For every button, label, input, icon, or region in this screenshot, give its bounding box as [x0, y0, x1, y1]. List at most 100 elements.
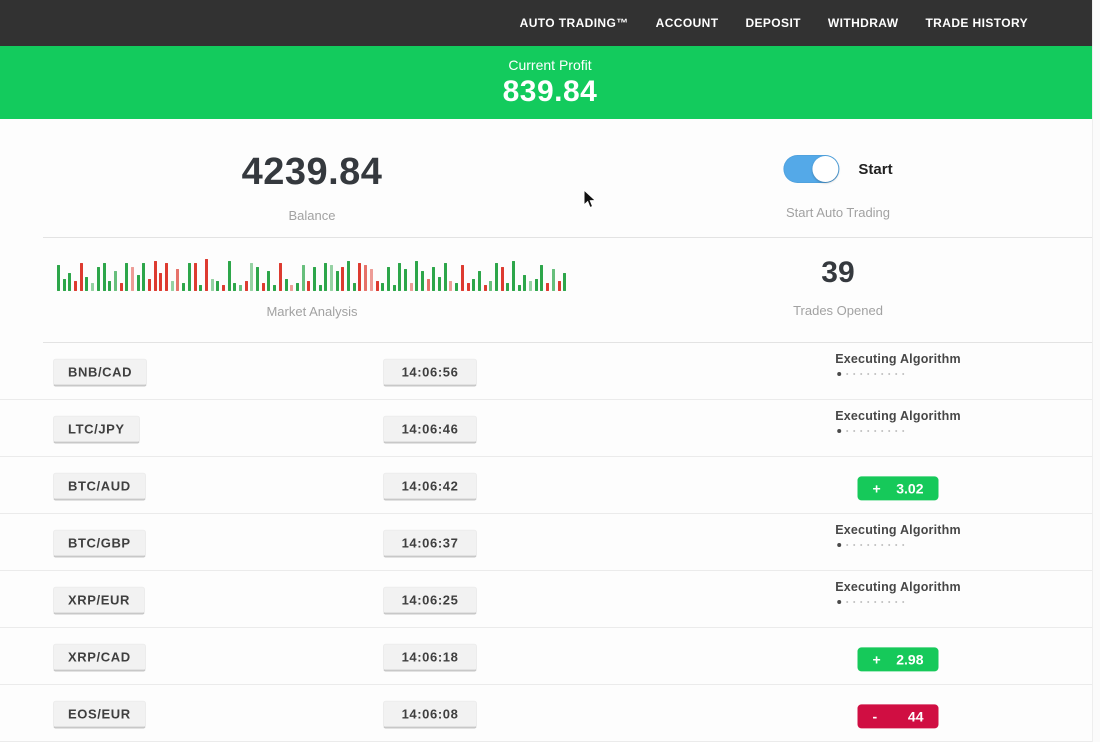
- result-value: 2.98: [896, 651, 923, 667]
- progress-dot: [874, 601, 877, 604]
- up-bar: [228, 261, 231, 291]
- up-bar: [267, 271, 270, 291]
- progress-dot: [846, 430, 849, 433]
- trade-row: BTC/GBP 14:06:37 Executing Algorithm: [0, 514, 1100, 571]
- pair-chip[interactable]: LTC/JPY: [53, 416, 140, 444]
- trade-time: 14:06:46: [383, 416, 477, 444]
- pair-chip[interactable]: BTC/AUD: [53, 473, 146, 501]
- down-bar: [148, 279, 151, 291]
- up-bar: [319, 285, 322, 291]
- progress-dot: [860, 601, 863, 604]
- progress-dot: [895, 430, 898, 433]
- result-sign: +: [873, 651, 881, 667]
- trade-time: 14:06:25: [383, 587, 477, 615]
- up-bar: [381, 283, 384, 291]
- start-toggle[interactable]: [783, 155, 839, 183]
- market-analysis-section: Market Analysis 39 Trades Opened: [0, 238, 1100, 342]
- nav-item-1[interactable]: ACCOUNT: [656, 16, 719, 30]
- up-bar: [199, 285, 202, 291]
- progress-dot: [846, 373, 849, 376]
- scrollbar-track[interactable]: [1092, 0, 1100, 742]
- progress-dot: [853, 373, 856, 376]
- trade-row: XRP/CAD 14:06:18 +2.98: [0, 628, 1100, 685]
- progress-dot: [902, 544, 905, 547]
- pair-chip[interactable]: EOS/EUR: [53, 701, 146, 729]
- up-bar: [563, 273, 566, 291]
- up-bar: [137, 275, 140, 291]
- executing-label: Executing Algorithm: [835, 580, 961, 594]
- up-bar: [336, 271, 339, 291]
- trade-time: 14:06:18: [383, 644, 477, 672]
- executing-label: Executing Algorithm: [835, 352, 961, 366]
- progress-dot: [837, 543, 841, 547]
- down-bar: [262, 283, 265, 291]
- progress-dot: [895, 544, 898, 547]
- result-badge: +2.98: [858, 647, 939, 671]
- down-bar: [484, 285, 487, 291]
- down-bar: [205, 259, 208, 291]
- trade-time: 14:06:42: [383, 473, 477, 501]
- progress-dot: [837, 372, 841, 376]
- toggle-knob: [812, 156, 838, 182]
- pair-chip[interactable]: BTC/GBP: [53, 530, 146, 558]
- trades-list: BNB/CAD 14:06:56 Executing Algorithm LTC…: [0, 343, 1100, 742]
- up-bar: [285, 279, 288, 291]
- pair-chip[interactable]: XRP/CAD: [53, 644, 146, 672]
- up-bar: [347, 261, 350, 291]
- trade-row: BNB/CAD 14:06:56 Executing Algorithm: [0, 343, 1100, 400]
- up-bar: [330, 265, 333, 291]
- down-bar: [307, 281, 310, 291]
- trades-opened-block: 39 Trades Opened: [793, 256, 883, 318]
- executing-status: Executing Algorithm: [835, 409, 961, 433]
- progress-dot: [867, 430, 870, 433]
- progress-dot: [846, 601, 849, 604]
- down-bar: [245, 281, 248, 291]
- progress-dot: [881, 601, 884, 604]
- progress-dot: [867, 601, 870, 604]
- progress-dot: [881, 544, 884, 547]
- start-toggle-label: Start: [858, 161, 892, 178]
- nav-item-3[interactable]: WITHDRAW: [828, 16, 899, 30]
- down-bar: [120, 283, 123, 291]
- toggle-row: Start: [783, 155, 892, 183]
- nav-items: AUTO TRADING™ ACCOUNT DEPOSIT WITHDRAW T…: [520, 16, 1028, 30]
- progress-dot: [874, 430, 877, 433]
- progress-dot: [902, 601, 905, 604]
- result-value: 44: [908, 708, 924, 724]
- nav-item-2[interactable]: DEPOSIT: [745, 16, 800, 30]
- trade-row: EOS/EUR 14:06:08 -44: [0, 685, 1100, 742]
- pair-chip[interactable]: XRP/EUR: [53, 587, 145, 615]
- pair-chip[interactable]: BNB/CAD: [53, 359, 147, 387]
- down-bar: [159, 273, 162, 291]
- down-bar: [546, 283, 549, 291]
- current-profit-banner: Current Profit 839.84: [0, 46, 1100, 119]
- down-bar: [410, 283, 413, 291]
- progress-dots: [835, 600, 961, 604]
- executing-status: Executing Algorithm: [835, 523, 961, 547]
- nav-item-4[interactable]: TRADE HISTORY: [925, 16, 1028, 30]
- auto-trading-block: Start Start Auto Trading: [783, 155, 892, 220]
- progress-dot: [860, 373, 863, 376]
- up-bar: [63, 279, 66, 291]
- down-bar: [376, 281, 379, 291]
- progress-dot: [881, 373, 884, 376]
- up-bar: [91, 283, 94, 291]
- up-bar: [57, 265, 60, 291]
- down-bar: [364, 265, 367, 291]
- progress-dot: [853, 430, 856, 433]
- progress-dot: [881, 430, 884, 433]
- up-bar: [529, 281, 532, 291]
- executing-label: Executing Algorithm: [835, 523, 961, 537]
- progress-dot: [837, 429, 841, 433]
- down-bar: [165, 263, 168, 291]
- progress-dot: [902, 373, 905, 376]
- up-bar: [188, 263, 191, 291]
- up-bar: [478, 271, 481, 291]
- down-bar: [358, 263, 361, 291]
- result-sign: +: [873, 480, 881, 496]
- down-bar: [461, 265, 464, 291]
- down-bar: [449, 281, 452, 291]
- down-bar: [341, 267, 344, 291]
- down-bar: [279, 263, 282, 291]
- nav-item-0[interactable]: AUTO TRADING™: [520, 16, 629, 30]
